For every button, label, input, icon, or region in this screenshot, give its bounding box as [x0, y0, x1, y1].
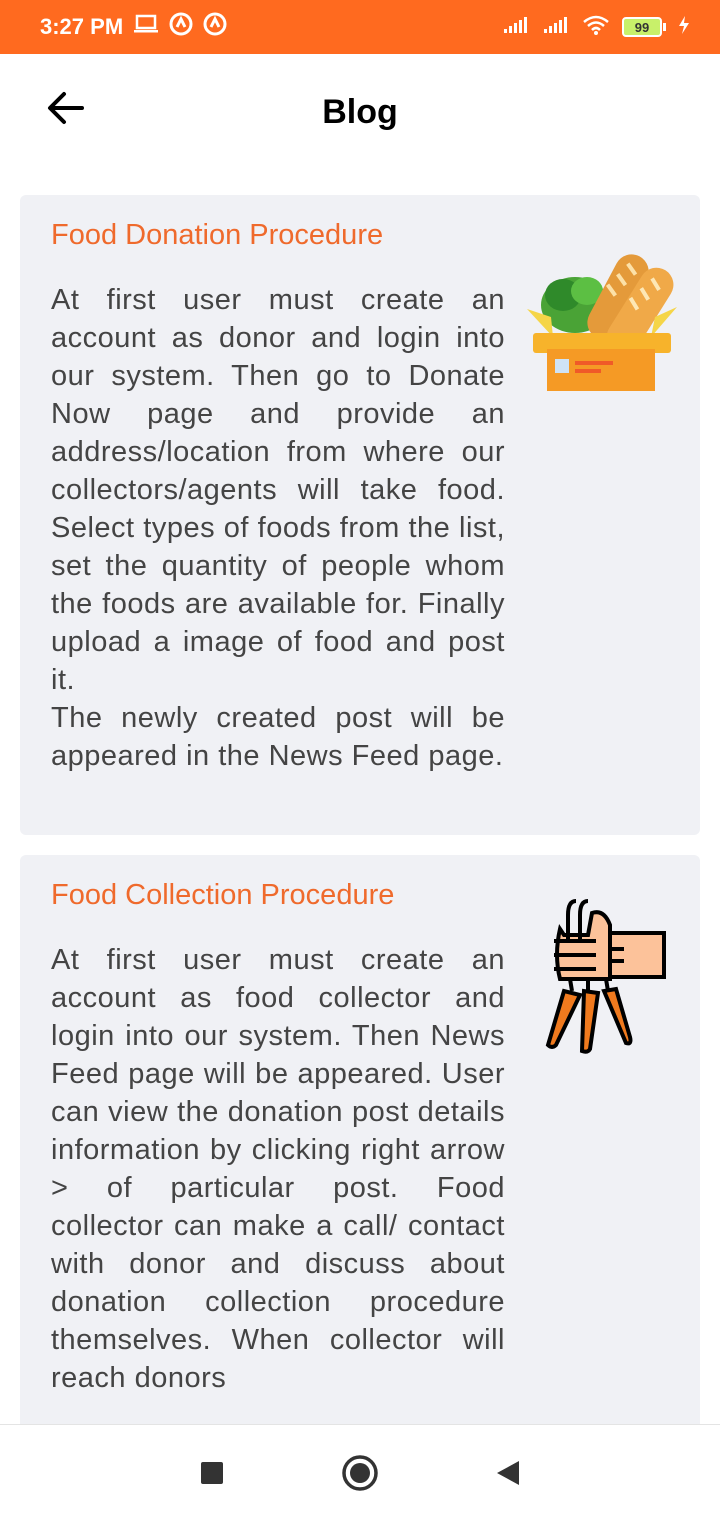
laptop-icon — [133, 14, 159, 40]
card-body: At first user must create an account as … — [51, 944, 505, 1394]
home-icon[interactable] — [336, 1449, 384, 1497]
blog-list[interactable]: Food Donation Procedure At first user mu… — [0, 170, 720, 1424]
page-title: Blog — [322, 92, 398, 131]
status-right: 99 — [502, 14, 690, 41]
battery-level: 99 — [622, 17, 662, 37]
notification-icon — [203, 12, 227, 42]
card-body: At first user must create an account as … — [51, 284, 505, 772]
signal-icon — [502, 15, 530, 40]
status-time: 3:27 PM — [40, 14, 124, 39]
arrow-left-icon — [46, 90, 86, 131]
hand-carrots-illustration — [540, 895, 670, 1060]
status-left: 3:27 PM — [40, 12, 227, 42]
recent-apps-icon[interactable] — [188, 1449, 236, 1497]
card-title: Food Donation Procedure — [51, 219, 384, 251]
app-bar: Blog — [0, 54, 720, 170]
back-button[interactable] — [42, 86, 90, 134]
back-triangle-icon[interactable] — [484, 1449, 532, 1497]
notification-icon — [169, 12, 193, 42]
system-nav-bar — [0, 1424, 720, 1520]
food-box-illustration — [523, 233, 683, 404]
signal-icon — [542, 15, 570, 40]
charging-icon — [678, 15, 690, 40]
blog-card-donation: Food Donation Procedure At first user mu… — [20, 195, 700, 835]
status-bar: 3:27 PM 99 — [0, 0, 720, 54]
battery-icon: 99 — [622, 17, 666, 37]
card-title: Food Collection Procedure — [51, 879, 395, 911]
blog-card-collection: Food Collection Procedure At first user … — [20, 855, 700, 1424]
wifi-icon — [582, 14, 610, 41]
